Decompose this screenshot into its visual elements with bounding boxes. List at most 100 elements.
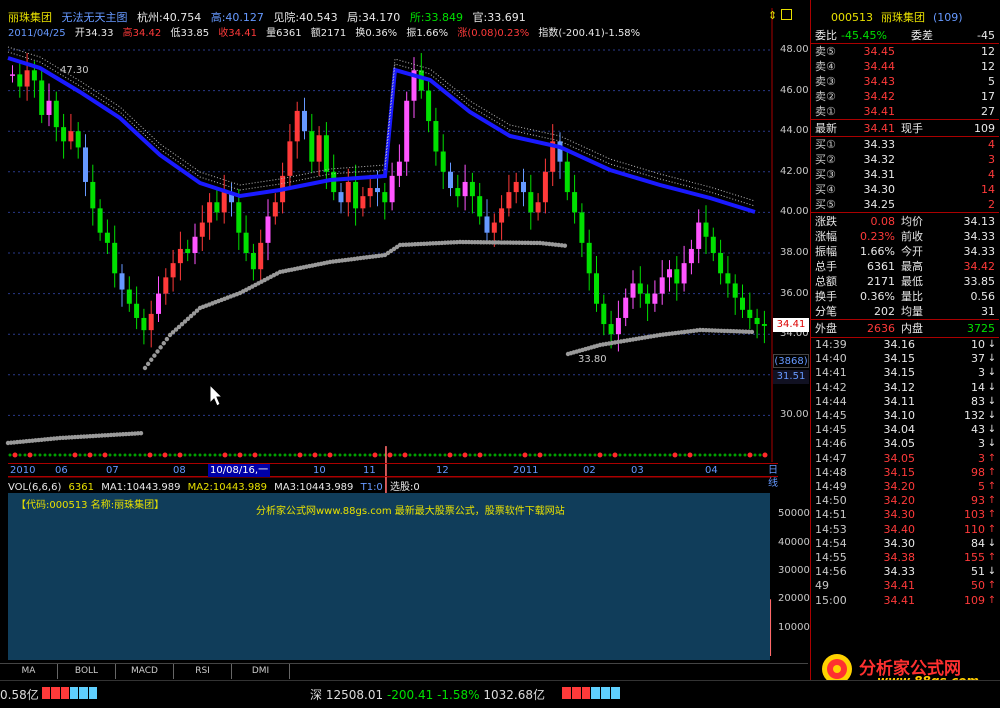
signal-dot xyxy=(23,453,27,457)
weibi-value: -45.45% xyxy=(841,29,887,42)
support-dot xyxy=(145,361,151,367)
arrow-up-icon: ↑ xyxy=(987,580,997,592)
signal-dot xyxy=(118,453,122,457)
sell-row-3: 卖③ 34.43 5 xyxy=(813,74,999,89)
candle-body xyxy=(199,222,205,237)
candle-body xyxy=(586,242,592,274)
signal-dot xyxy=(268,453,272,457)
candle-body xyxy=(740,297,745,310)
signal-dot xyxy=(623,453,627,457)
last-price: 34.41 xyxy=(863,122,896,135)
tick-vol: 5 xyxy=(978,480,985,493)
tick-time: 14:50 xyxy=(815,494,847,508)
signal-dot xyxy=(312,452,318,458)
volume-axis-label: 50000 xyxy=(778,508,810,520)
stat-value: 2171 xyxy=(867,275,895,288)
signal-dot xyxy=(273,453,277,457)
candle-body xyxy=(250,253,256,270)
mode-label[interactable]: 无法无天主图 xyxy=(62,11,128,24)
tick-vol: 43 xyxy=(971,423,985,437)
signal-dot xyxy=(738,453,742,457)
signal-dot xyxy=(252,452,258,458)
signal-dot xyxy=(418,453,422,457)
sell-row-3-label: 卖③ xyxy=(815,75,836,88)
bar-amplitude: 振1.66% xyxy=(406,28,449,39)
support-dot-lines xyxy=(5,239,755,446)
indicator-tab-dmi[interactable]: DMI xyxy=(232,664,290,679)
sell-row-2: 卖② 34.42 17 xyxy=(813,89,999,104)
arrow-up-icon: ↑ xyxy=(987,523,997,535)
arrow-down-icon: ↓ xyxy=(987,438,997,450)
candle-body xyxy=(440,151,446,172)
candle-body xyxy=(484,216,490,233)
candle-body xyxy=(710,236,716,253)
signal-dot xyxy=(233,453,237,457)
sell-row-1-label: 卖① xyxy=(815,105,836,118)
stat-label2: 量比 xyxy=(901,290,923,303)
candle-body xyxy=(513,181,519,193)
tick-time: 14:46 xyxy=(815,437,847,451)
tick-time: 14:39 xyxy=(815,338,847,351)
window-icon[interactable] xyxy=(781,9,793,20)
signal-dot xyxy=(128,453,132,457)
last-label: 最新 xyxy=(815,122,837,135)
volume-axis-label: 10000 xyxy=(778,621,810,633)
signal-dot xyxy=(53,453,57,457)
time-axis-label: 日线 xyxy=(768,465,778,489)
time-axis-label: 02 xyxy=(583,465,596,476)
indicator-tab-boll[interactable]: BOLL xyxy=(58,664,116,679)
signal-dot xyxy=(333,453,337,457)
signal-dot xyxy=(18,453,22,457)
support-dot xyxy=(149,357,154,362)
signal-dot xyxy=(762,452,768,458)
tick-price: 34.33 xyxy=(883,565,916,579)
volume-panel[interactable]: 【代码:000513 名称:丽珠集团】 分析家公式网www.88gs.com 最… xyxy=(8,493,770,660)
low-label: 33.80 xyxy=(578,354,607,365)
vol-value: 6361 xyxy=(68,482,94,493)
bar-change: 涨(0.08)0.23% xyxy=(457,28,530,39)
indicator-tab-rsi[interactable]: RSI xyxy=(174,664,232,679)
price-axis-label: 48.00 xyxy=(780,44,809,55)
peak-label: 47.30 xyxy=(60,65,89,76)
indicator-tab-ma[interactable]: MA xyxy=(0,664,58,679)
bar-date: 2011/04/25 xyxy=(8,28,66,39)
tick-row: 14:41 34.15 3 ↓ xyxy=(813,366,999,380)
signal-dot xyxy=(578,453,582,457)
stock-name: 丽珠集团 xyxy=(8,11,52,24)
time-axis-label: 03 xyxy=(631,465,644,476)
arrow-updown-icon[interactable]: ⇕ xyxy=(768,9,777,22)
candle-body xyxy=(134,303,140,318)
signal-dot xyxy=(488,453,492,457)
candle-body xyxy=(630,283,636,298)
vol-indicator-name[interactable]: VOL(6,6,6) xyxy=(8,482,61,493)
indicator-tab-macd[interactable]: MACD xyxy=(116,664,174,679)
buy-row-1: 买① 34.33 4 xyxy=(813,137,999,152)
kline-chart-area[interactable]: 丽珠集团 无法无天主图 杭州:40.754 高:40.127 见院:40.543… xyxy=(0,0,810,680)
signal-dot xyxy=(638,453,642,457)
candle-body xyxy=(688,248,694,264)
stat-value: 202 xyxy=(874,305,895,318)
signal-dot xyxy=(133,453,137,457)
buy-row-5-vol: 2 xyxy=(988,198,995,211)
stat-label2: 前收 xyxy=(901,230,923,243)
arrow-down-icon: ↓ xyxy=(987,395,997,407)
candle-body xyxy=(754,317,760,325)
stat-value: 0.23% xyxy=(860,230,895,243)
tick-price: 34.05 xyxy=(883,451,916,465)
status-bar: 0.58亿 深 12508.01 -200.41 -1.58% 1032.68亿 xyxy=(0,680,1000,708)
support-dot xyxy=(152,353,157,358)
signal-dot xyxy=(678,453,682,457)
vol-watermark-site: 分析家公式网www.88gs.com 最新最大股票公式，股票软件下载网站 xyxy=(256,506,565,517)
arrow-down-icon: ↓ xyxy=(987,410,997,421)
buy-row-3-label: 买③ xyxy=(815,168,836,181)
arrow-down-icon: ↓ xyxy=(987,339,997,350)
sell-row-5-label: 卖⑤ xyxy=(815,45,836,58)
tick-price: 34.15 xyxy=(883,366,916,380)
candle-body xyxy=(221,192,227,213)
sell-row-4-vol: 12 xyxy=(981,60,995,73)
tick-vol: 37 xyxy=(971,352,985,366)
signal-dot xyxy=(498,453,502,457)
buy-row-1-label: 买① xyxy=(815,138,836,151)
signal-dot xyxy=(398,453,402,457)
tick-row: 14:48 34.15 98 ↑ xyxy=(813,466,999,480)
